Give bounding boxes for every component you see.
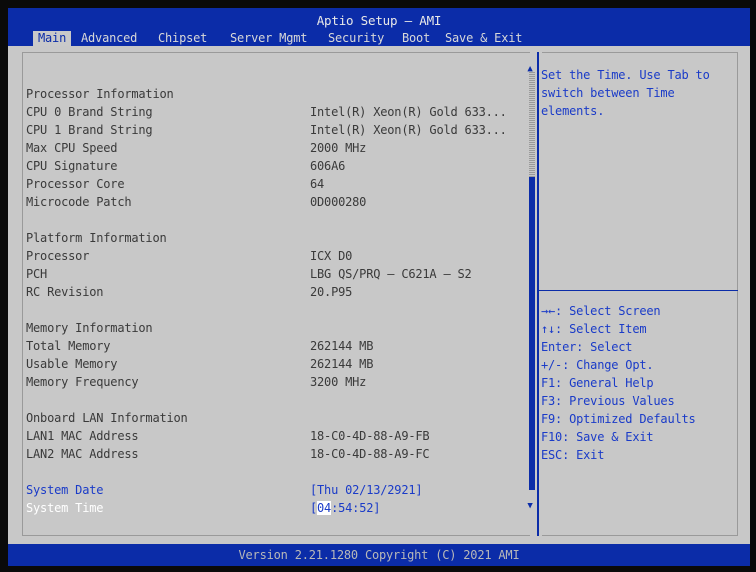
total-memory-label: Total Memory (26, 339, 111, 353)
key-change-opt: +/-: Change Opt. (541, 358, 654, 372)
cpu0-brand-value: Intel(R) Xeon(R) Gold 633... (310, 105, 507, 119)
tab-security[interactable]: Security (323, 31, 389, 46)
processor-core-label: Processor Core (26, 177, 125, 191)
rc-revision-label: RC Revision (26, 285, 104, 299)
memory-frequency-label: Memory Frequency (26, 375, 139, 389)
help-text: Set the Time. Use Tab to switch between … (541, 68, 710, 118)
usable-memory-label: Usable Memory (26, 357, 118, 371)
usable-memory-value: 262144 MB (310, 357, 374, 371)
main-panel: Processor Information CPU 0 Brand String… (8, 46, 750, 544)
tab-save-exit[interactable]: Save & Exit (440, 31, 527, 46)
tab-chipset[interactable]: Chipset (153, 31, 212, 46)
system-time-label[interactable]: System Time (26, 500, 103, 516)
tab-server-mgmt[interactable]: Server Mgmt (225, 31, 312, 46)
help-separator (539, 290, 738, 291)
cpu1-brand-label: CPU 1 Brand String (26, 123, 153, 137)
panel-divider (537, 52, 539, 536)
key-legend: →←: Select Screen ↑↓: Select Item Enter:… (541, 302, 737, 464)
window-title: Aptio Setup – AMI (316, 13, 442, 28)
processor-info-header: Processor Information (26, 87, 174, 101)
system-date-field[interactable]: [Thu 02/13/2921] (310, 482, 423, 498)
lan2-mac-value: 18-C0-4D-88-A9-FC (310, 447, 430, 461)
system-time-field[interactable]: [04:54:52] (310, 500, 380, 516)
pch-label: PCH (26, 267, 48, 281)
pch-value: LBG QS/PRQ – C621A – S2 (310, 267, 472, 281)
cpu-signature-value: 606A6 (310, 159, 346, 173)
platform-info-header: Platform Information (26, 231, 167, 245)
memory-frequency-value: 3200 MHz (310, 375, 367, 389)
tab-main[interactable]: Main (33, 31, 72, 46)
system-time-open-bracket: [ (310, 501, 318, 515)
scroll-down-icon[interactable]: ▼ (525, 501, 535, 511)
tab-advanced[interactable]: Advanced (76, 31, 142, 46)
key-save-exit: F10: Save & Exit (541, 430, 654, 444)
total-memory-value: 262144 MB (310, 339, 374, 353)
microcode-patch-value: 0D000280 (310, 195, 367, 209)
cpu-signature-label: CPU Signature (26, 159, 118, 173)
key-optimized-defaults: F9: Optimized Defaults (541, 412, 696, 426)
processor-stepping-value: ICX D0 (310, 249, 353, 263)
system-time-hour[interactable]: 04 (317, 501, 331, 515)
microcode-patch-label: Microcode Patch (26, 195, 132, 209)
system-time-rest[interactable]: :54:52] (331, 501, 380, 515)
tab-boot[interactable]: Boot (397, 31, 435, 46)
version-footer: Version 2.21.1280 Copyright (C) 2021 AMI (8, 544, 750, 566)
lan2-mac-label: LAN2 MAC Address (26, 447, 139, 461)
key-select-item: ↑↓: Select Item (541, 322, 647, 336)
lan-info-header: Onboard LAN Information (26, 411, 188, 425)
key-enter-select: Enter: Select (541, 340, 633, 354)
memory-info-header: Memory Information (26, 321, 153, 335)
processor-core-value: 64 (310, 177, 325, 191)
max-cpu-speed-label: Max CPU Speed (26, 141, 118, 155)
title-bar: Aptio Setup – AMI Main Advanced Chipset … (8, 8, 750, 46)
key-select-screen: →←: Select Screen (541, 304, 661, 318)
key-general-help: F1: General Help (541, 376, 654, 390)
rc-revision-value: 20.P95 (310, 285, 353, 299)
lan1-mac-label: LAN1 MAC Address (26, 429, 139, 443)
key-previous-values: F3: Previous Values (541, 394, 675, 408)
cpu0-brand-label: CPU 0 Brand String (26, 105, 153, 119)
processor-stepping-label: Processor (26, 249, 90, 263)
system-date-label[interactable]: System Date (26, 482, 103, 498)
lan1-mac-value: 18-C0-4D-88-A9-FB (310, 429, 430, 443)
max-cpu-speed-value: 2000 MHz (310, 141, 367, 155)
scrollbar-thumb[interactable] (529, 72, 535, 177)
cpu1-brand-value: Intel(R) Xeon(R) Gold 633... (310, 123, 507, 137)
key-esc-exit: ESC: Exit (541, 448, 605, 462)
